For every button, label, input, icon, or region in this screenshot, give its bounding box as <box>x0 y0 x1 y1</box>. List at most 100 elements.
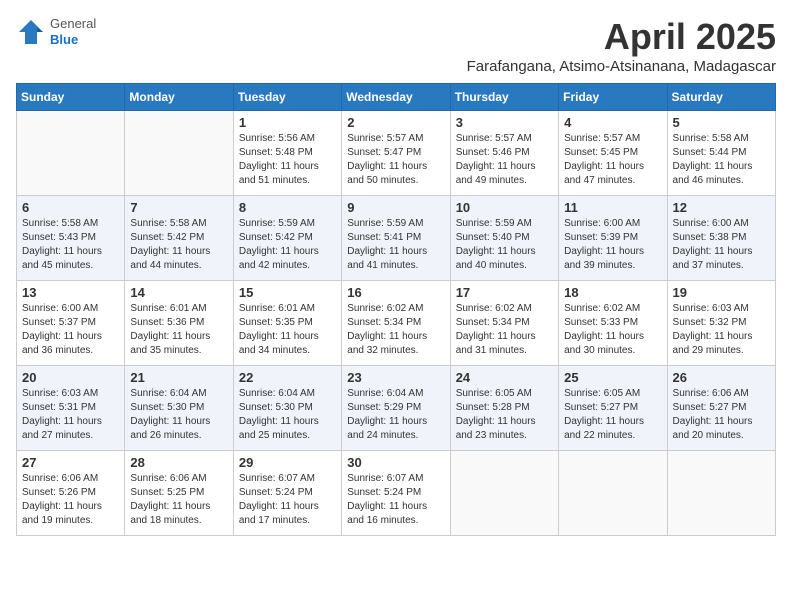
calendar-cell: 18Sunrise: 6:02 AMSunset: 5:33 PMDayligh… <box>559 281 667 366</box>
calendar-cell: 26 Sunrise: 6:06 AMSunset: 5:27 PMDayligh… <box>667 366 775 451</box>
calendar-cell: 6 Sunrise: 5:58 AMSunset: 5:43 PMDaylight… <box>17 196 125 281</box>
calendar-cell: 5 Sunrise: 5:58 AMSunset: 5:44 PMDaylight… <box>667 111 775 196</box>
cell-details: Sunrise: 5:59 AMSunset: 5:41 PMDaylight:… <box>347 218 427 271</box>
calendar-cell: 22 Sunrise: 6:04 AMSunset: 5:30 PMDayligh… <box>233 366 341 451</box>
weekday-header-cell: Thursday <box>450 84 558 111</box>
day-number: 16 <box>347 285 444 300</box>
weekday-header-cell: Tuesday <box>233 84 341 111</box>
cell-details: Sunrise: 6:03 AMSunset: 5:32 PMDaylight:… <box>673 303 753 356</box>
cell-details: Sunrise: 6:04 AMSunset: 5:29 PMDaylight:… <box>347 388 427 441</box>
calendar-cell: 28 Sunrise: 6:06 AMSunset: 5:25 PMDayligh… <box>125 451 233 536</box>
day-number: 17 <box>456 285 553 300</box>
month-title: April 2025 <box>467 16 776 58</box>
cell-details: Sunrise: 6:07 AMSunset: 5:24 PMDaylight:… <box>347 473 427 526</box>
calendar-cell: 21 Sunrise: 6:04 AMSunset: 5:30 PMDayligh… <box>125 366 233 451</box>
calendar-cell: 4Sunrise: 5:57 AMSunset: 5:45 PMDaylight… <box>559 111 667 196</box>
calendar-cell: 27Sunrise: 6:06 AMSunset: 5:26 PMDayligh… <box>17 451 125 536</box>
calendar-cell: 3Sunrise: 5:57 AMSunset: 5:46 PMDaylight… <box>450 111 558 196</box>
calendar-table: SundayMondayTuesdayWednesdayThursdayFrid… <box>16 83 776 536</box>
calendar-cell: 23 Sunrise: 6:04 AMSunset: 5:29 PMDayligh… <box>342 366 450 451</box>
day-number: 26 <box>673 370 770 385</box>
calendar-cell: 30 Sunrise: 6:07 AMSunset: 5:24 PMDayligh… <box>342 451 450 536</box>
calendar-week-row: 13Sunrise: 6:00 AMSunset: 5:37 PMDayligh… <box>17 281 776 366</box>
calendar-cell: 14 Sunrise: 6:01 AMSunset: 5:36 PMDayligh… <box>125 281 233 366</box>
cell-details: Sunrise: 6:03 AMSunset: 5:31 PMDaylight:… <box>22 388 102 441</box>
cell-details: Sunrise: 6:02 AMSunset: 5:34 PMDaylight:… <box>456 303 536 356</box>
weekday-header-cell: Saturday <box>667 84 775 111</box>
day-number: 21 <box>130 370 227 385</box>
day-number: 2 <box>347 115 444 130</box>
calendar-cell: 10 Sunrise: 5:59 AMSunset: 5:40 PMDayligh… <box>450 196 558 281</box>
weekday-header-cell: Wednesday <box>342 84 450 111</box>
cell-details: Sunrise: 6:06 AMSunset: 5:25 PMDaylight:… <box>130 473 210 526</box>
day-number: 25 <box>564 370 661 385</box>
calendar-cell <box>450 451 558 536</box>
calendar-cell: 15 Sunrise: 6:01 AMSunset: 5:35 PMDayligh… <box>233 281 341 366</box>
day-number: 15 <box>239 285 336 300</box>
cell-details: Sunrise: 5:59 AMSunset: 5:42 PMDaylight:… <box>239 218 319 271</box>
day-number: 22 <box>239 370 336 385</box>
day-number: 11 <box>564 200 661 215</box>
logo: General Blue <box>16 16 96 47</box>
day-number: 10 <box>456 200 553 215</box>
cell-details: Sunrise: 6:06 AMSunset: 5:27 PMDaylight:… <box>673 388 753 441</box>
day-number: 27 <box>22 455 119 470</box>
day-number: 5 <box>673 115 770 130</box>
cell-details: Sunrise: 5:58 AMSunset: 5:44 PMDaylight:… <box>673 133 753 186</box>
calendar-cell <box>125 111 233 196</box>
calendar-cell: 19 Sunrise: 6:03 AMSunset: 5:32 PMDayligh… <box>667 281 775 366</box>
cell-details: Sunrise: 5:57 AMSunset: 5:45 PMDaylight:… <box>564 133 644 186</box>
calendar-cell: 7Sunrise: 5:58 AMSunset: 5:42 PMDaylight… <box>125 196 233 281</box>
day-number: 1 <box>239 115 336 130</box>
day-number: 3 <box>456 115 553 130</box>
day-number: 24 <box>456 370 553 385</box>
weekday-header-row: SundayMondayTuesdayWednesdayThursdayFrid… <box>17 84 776 111</box>
cell-details: Sunrise: 6:04 AMSunset: 5:30 PMDaylight:… <box>239 388 319 441</box>
cell-details: Sunrise: 6:01 AMSunset: 5:35 PMDaylight:… <box>239 303 319 356</box>
day-number: 18 <box>564 285 661 300</box>
day-number: 20 <box>22 370 119 385</box>
calendar-cell <box>667 451 775 536</box>
calendar-cell: 16 Sunrise: 6:02 AMSunset: 5:34 PMDayligh… <box>342 281 450 366</box>
logo-general-text: General <box>50 16 96 32</box>
cell-details: Sunrise: 6:05 AMSunset: 5:27 PMDaylight:… <box>564 388 644 441</box>
day-number: 23 <box>347 370 444 385</box>
location-title: Farafangana, Atsimo-Atsinanana, Madagasc… <box>467 58 776 75</box>
cell-details: Sunrise: 5:56 AMSunset: 5:48 PMDaylight:… <box>239 133 319 186</box>
cell-details: Sunrise: 6:01 AMSunset: 5:36 PMDaylight:… <box>130 303 210 356</box>
calendar-cell: 11Sunrise: 6:00 AMSunset: 5:39 PMDayligh… <box>559 196 667 281</box>
calendar-cell: 12 Sunrise: 6:00 AMSunset: 5:38 PMDayligh… <box>667 196 775 281</box>
cell-details: Sunrise: 6:05 AMSunset: 5:28 PMDaylight:… <box>456 388 536 441</box>
page-header: General Blue April 2025 Farafangana, Ats… <box>16 16 776 75</box>
title-area: April 2025 Farafangana, Atsimo-Atsinanan… <box>467 16 776 75</box>
day-number: 9 <box>347 200 444 215</box>
logo-icon <box>16 17 46 47</box>
day-number: 12 <box>673 200 770 215</box>
day-number: 7 <box>130 200 227 215</box>
calendar-cell: 9 Sunrise: 5:59 AMSunset: 5:41 PMDaylight… <box>342 196 450 281</box>
calendar-week-row: 27Sunrise: 6:06 AMSunset: 5:26 PMDayligh… <box>17 451 776 536</box>
calendar-cell: 20 Sunrise: 6:03 AMSunset: 5:31 PMDayligh… <box>17 366 125 451</box>
day-number: 19 <box>673 285 770 300</box>
cell-details: Sunrise: 6:00 AMSunset: 5:37 PMDaylight:… <box>22 303 102 356</box>
cell-details: Sunrise: 6:02 AMSunset: 5:34 PMDaylight:… <box>347 303 427 356</box>
calendar-cell: 29 Sunrise: 6:07 AMSunset: 5:24 PMDayligh… <box>233 451 341 536</box>
calendar-cell: 13Sunrise: 6:00 AMSunset: 5:37 PMDayligh… <box>17 281 125 366</box>
calendar-cell: 25 Sunrise: 6:05 AMSunset: 5:27 PMDayligh… <box>559 366 667 451</box>
day-number: 6 <box>22 200 119 215</box>
calendar-cell <box>17 111 125 196</box>
calendar-week-row: 6 Sunrise: 5:58 AMSunset: 5:43 PMDaylight… <box>17 196 776 281</box>
cell-details: Sunrise: 5:59 AMSunset: 5:40 PMDaylight:… <box>456 218 536 271</box>
weekday-header-cell: Friday <box>559 84 667 111</box>
cell-details: Sunrise: 6:04 AMSunset: 5:30 PMDaylight:… <box>130 388 210 441</box>
day-number: 28 <box>130 455 227 470</box>
day-number: 14 <box>130 285 227 300</box>
calendar-cell <box>559 451 667 536</box>
day-number: 30 <box>347 455 444 470</box>
cell-details: Sunrise: 5:58 AMSunset: 5:43 PMDaylight:… <box>22 218 102 271</box>
cell-details: Sunrise: 6:07 AMSunset: 5:24 PMDaylight:… <box>239 473 319 526</box>
cell-details: Sunrise: 6:00 AMSunset: 5:38 PMDaylight:… <box>673 218 753 271</box>
day-number: 29 <box>239 455 336 470</box>
calendar-cell: 17 Sunrise: 6:02 AMSunset: 5:34 PMDayligh… <box>450 281 558 366</box>
weekday-header-cell: Sunday <box>17 84 125 111</box>
